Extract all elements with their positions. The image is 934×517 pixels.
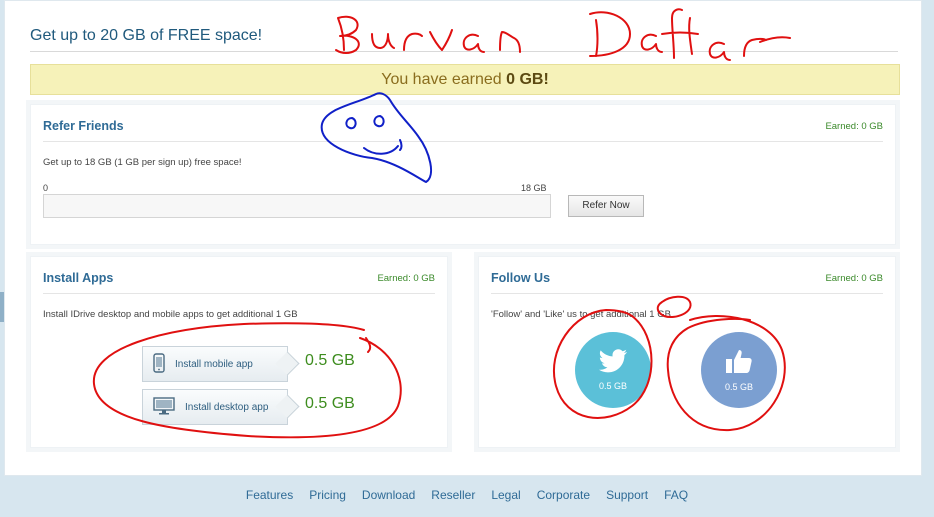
button-arrow-tip bbox=[275, 394, 300, 419]
install-desktop-app-button[interactable]: Install desktop app bbox=[142, 389, 300, 425]
title-divider bbox=[30, 51, 898, 52]
footer-link-support[interactable]: Support bbox=[606, 488, 648, 502]
footer-link-reseller[interactable]: Reseller bbox=[431, 488, 475, 502]
desktop-app-reward: 0.5 GB bbox=[305, 395, 355, 412]
button-arrow-tip bbox=[275, 351, 300, 376]
refer-now-button[interactable]: Refer Now bbox=[568, 195, 644, 217]
install-mobile-app-label: Install mobile app bbox=[175, 358, 253, 370]
footer-link-pricing[interactable]: Pricing bbox=[309, 488, 346, 502]
follow-us-panel: Follow Us Earned: 0 GB 'Follow' and 'Lik… bbox=[478, 256, 896, 448]
follow-divider bbox=[491, 293, 883, 294]
earned-banner-amount: 0 GB! bbox=[506, 71, 549, 88]
mobile-app-reward: 0.5 GB bbox=[305, 352, 355, 369]
install-apps-panel: Install Apps Earned: 0 GB Install IDrive… bbox=[30, 256, 448, 448]
thumbs-up-icon bbox=[725, 348, 753, 376]
install-desktop-app-label: Install desktop app bbox=[185, 401, 269, 413]
desktop-monitor-icon bbox=[153, 396, 175, 418]
refer-friends-title: Refer Friends bbox=[43, 119, 124, 133]
twitter-bird-icon bbox=[598, 349, 628, 375]
progress-min-label: 0 bbox=[43, 183, 49, 193]
refer-friends-panel: Refer Friends Earned: 0 GB Get up to 18 … bbox=[30, 104, 896, 245]
follow-description: 'Follow' and 'Like' us to get additional… bbox=[491, 309, 671, 320]
page-title: Get up to 20 GB of FREE space! bbox=[30, 27, 263, 44]
refer-earned: Earned: 0 GB bbox=[825, 121, 883, 132]
referral-progress-bar bbox=[43, 194, 551, 218]
refer-divider bbox=[43, 141, 883, 142]
mobile-phone-icon bbox=[153, 352, 165, 376]
earned-banner: You have earned 0 GB! bbox=[30, 64, 900, 95]
earned-banner-text: You have earned bbox=[381, 71, 507, 88]
footer-link-faq[interactable]: FAQ bbox=[664, 488, 688, 502]
install-mobile-app-button[interactable]: Install mobile app bbox=[142, 346, 300, 382]
follow-us-title: Follow Us bbox=[491, 271, 551, 285]
apps-divider bbox=[43, 293, 435, 294]
facebook-reward: 0.5 GB bbox=[724, 382, 753, 392]
install-apps-title: Install Apps bbox=[43, 271, 114, 285]
progress-max-label: 18 GB bbox=[521, 183, 547, 193]
apps-earned: Earned: 0 GB bbox=[377, 273, 435, 284]
follow-earned: Earned: 0 GB bbox=[825, 273, 883, 284]
apps-description: Install IDrive desktop and mobile apps t… bbox=[43, 309, 298, 320]
footer-link-download[interactable]: Download bbox=[362, 488, 415, 502]
facebook-like-button[interactable]: 0.5 GB bbox=[701, 332, 777, 408]
twitter-follow-button[interactable]: 0.5 GB bbox=[575, 332, 651, 408]
footer-link-legal[interactable]: Legal bbox=[491, 488, 520, 502]
footer-link-features[interactable]: Features bbox=[246, 488, 293, 502]
twitter-reward: 0.5 GB bbox=[598, 381, 627, 391]
footer-links: Features Pricing Download Reseller Legal Corp… bbox=[0, 488, 934, 502]
footer-link-corporate[interactable]: Corporate bbox=[537, 488, 590, 502]
refer-description: Get up to 18 GB (1 GB per sign up) free … bbox=[43, 157, 242, 168]
free-space-page: Get up to 20 GB of FREE space! You have … bbox=[4, 0, 922, 476]
